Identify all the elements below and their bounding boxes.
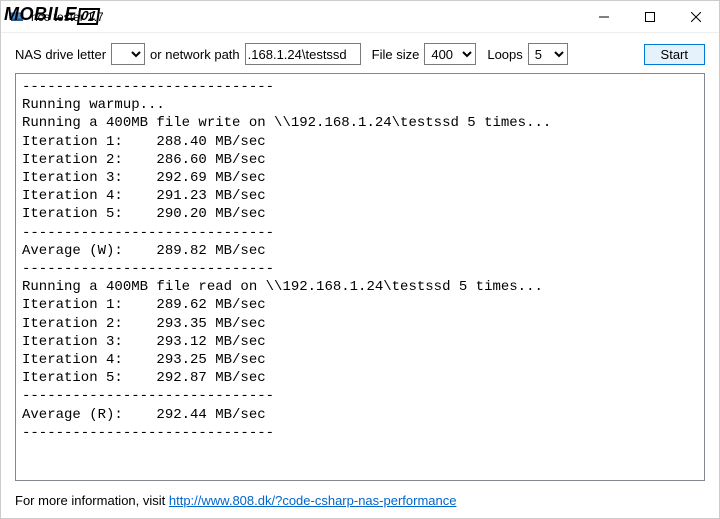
footer-link[interactable]: http://www.808.dk/?code-csharp-nas-perfo… — [169, 493, 457, 508]
toolbar: NAS drive letter or network path File si… — [1, 33, 719, 73]
loops-label: Loops — [487, 47, 522, 62]
watermark-left: MOBILE — [4, 4, 77, 24]
titlebar: nce tester 1.7 — [1, 1, 719, 33]
network-path-input[interactable] — [245, 43, 361, 65]
filesize-label: File size — [372, 47, 420, 62]
app-window: nce tester 1.7 NAS drive letter or netwo… — [0, 0, 720, 519]
window-controls — [581, 2, 719, 32]
minimize-button[interactable] — [581, 2, 627, 32]
drive-letter-select[interactable] — [111, 43, 145, 65]
watermark-box: 01 — [77, 8, 101, 25]
maximize-button[interactable] — [627, 2, 673, 32]
drive-letter-label: NAS drive letter — [15, 47, 106, 62]
loops-select[interactable]: 5 — [528, 43, 568, 65]
start-button[interactable]: Start — [644, 44, 705, 65]
network-path-label: or network path — [150, 47, 240, 62]
output-textarea[interactable]: ------------------------------ Running w… — [15, 73, 705, 481]
filesize-select[interactable]: 400 — [424, 43, 476, 65]
close-button[interactable] — [673, 2, 719, 32]
footer-prefix: For more information, visit — [15, 493, 169, 508]
footer: For more information, visit http://www.8… — [1, 489, 719, 518]
watermark-logo: MOBILE01 — [4, 4, 99, 25]
